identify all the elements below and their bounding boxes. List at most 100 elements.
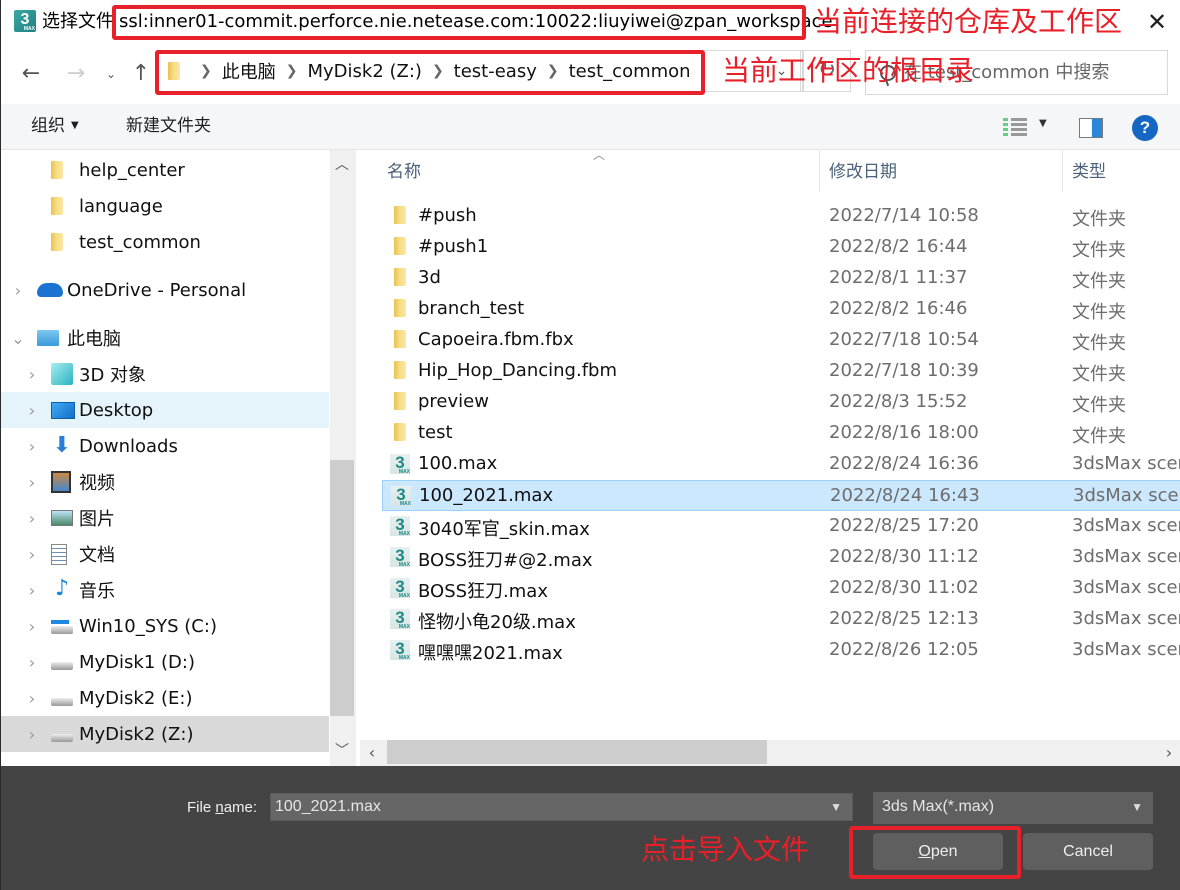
sidebar-item[interactable]: › MyDisk2 (Z:) (1, 716, 329, 752)
new-folder-button[interactable]: 新建文件夹 (126, 104, 211, 150)
horizontal-scroll-thumb[interactable] (387, 740, 767, 764)
sidebar-item[interactable]: › OneDrive - Personal (1, 272, 329, 308)
file-row[interactable]: preview 2022/8/3 15:52 文件夹 (382, 387, 1180, 418)
open-button[interactable]: Open (873, 833, 1003, 870)
chevron-right-icon[interactable]: › (25, 545, 39, 564)
file-row[interactable]: 3 MAX 嘿嘿嘿2021.max 2022/8/26 12:05 3dsMax sce… (382, 635, 1180, 666)
file-list-horizontal-scrollbar[interactable]: ‹ › (360, 740, 1180, 766)
sidebar-item[interactable]: ⌄ 此电脑 (1, 320, 329, 356)
sidebar-item[interactable]: help_center (1, 152, 329, 188)
organize-button[interactable]: 组织 ▼ (31, 104, 79, 150)
breadcrumb-this-pc[interactable]: 此电脑 (222, 58, 276, 84)
chevron-right-icon[interactable]: › (25, 437, 39, 456)
column-header-date[interactable]: 修改日期 (829, 150, 897, 196)
file-row[interactable]: 3 MAX 3040军官_skin.max 2022/8/25 17:20 3dsMax… (382, 511, 1180, 542)
breadcrumb-test-easy[interactable]: test-easy (454, 61, 537, 82)
close-button[interactable]: ✕ (1143, 8, 1171, 36)
file-row[interactable]: Capoeira.fbm.fbx 2022/7/18 10:54 文件夹 (382, 325, 1180, 356)
sidebar-item[interactable]: › Desktop (1, 392, 329, 428)
search-box[interactable] (865, 50, 1168, 95)
file-row[interactable]: 3 MAX BOSS狂刀#@2.max 2022/8/30 11:12 3dsMax s… (382, 542, 1180, 573)
chevron-right-icon[interactable]: › (25, 473, 39, 492)
preview-pane-icon[interactable] (1079, 118, 1103, 138)
file-row[interactable]: 3 MAX 100.max 2022/8/24 16:36 3dsMax scen (382, 449, 1180, 480)
column-header-name[interactable]: 名称 (387, 150, 421, 196)
chevron-right-icon[interactable]: › (25, 725, 39, 744)
file-row[interactable]: branch_test 2022/8/2 16:46 文件夹 (382, 294, 1180, 325)
file-date: 2022/8/2 16:44 (829, 236, 968, 257)
file-row[interactable]: 3 MAX 100_2021.max 2022/8/24 16:43 3dsMax sc… (382, 480, 1180, 511)
file-row[interactable]: test 2022/8/16 18:00 文件夹 (382, 418, 1180, 449)
file-type: 3dsMax scen (1072, 546, 1180, 567)
file-icon: 3 MAX (390, 640, 410, 661)
column-header-type[interactable]: 类型 (1072, 150, 1106, 196)
chevron-right-icon[interactable]: › (25, 617, 39, 636)
chevron-right-icon[interactable]: › (25, 581, 39, 600)
sidebar-item[interactable]: › 3D 对象 (1, 356, 329, 392)
sidebar-item[interactable]: › ⬇ Downloads (1, 428, 329, 464)
file-date: 2022/7/18 10:39 (829, 360, 979, 381)
up-button[interactable]: ↑ (127, 60, 155, 88)
back-button[interactable]: ← (17, 60, 45, 88)
sidebar-item[interactable]: › MyDisk2 (E:) (1, 680, 329, 716)
address-history-dropdown[interactable]: ⌄ (761, 50, 803, 92)
cancel-button[interactable]: Cancel (1023, 833, 1153, 870)
file-row[interactable]: #push1 2022/8/2 16:44 文件夹 (382, 232, 1180, 263)
sidebar-item[interactable]: › MyDisk1 (D:) (1, 644, 329, 680)
sidebar-item-label: Win10_SYS (C:) (79, 615, 217, 637)
breadcrumb-separator-icon[interactable]: ❯ (286, 63, 298, 79)
sidebar-item[interactable]: › 图片 (1, 500, 329, 536)
scroll-left-icon[interactable]: ‹ (360, 740, 384, 766)
forward-button[interactable]: → (62, 60, 90, 88)
sidebar-item[interactable]: language (1, 188, 329, 224)
3ds-max-file-icon: 3 MAX (390, 578, 410, 599)
chevron-right-icon[interactable]: › (25, 509, 39, 528)
column-divider[interactable] (1062, 150, 1063, 192)
breadcrumb-separator-icon[interactable]: ❯ (432, 63, 444, 79)
file-row[interactable]: 3d 2022/8/1 11:37 文件夹 (382, 263, 1180, 294)
sidebar-item[interactable]: › 视频 (1, 464, 329, 500)
breadcrumb-test-common[interactable]: test_common (569, 61, 691, 82)
recent-locations-button[interactable]: ⌄ (97, 60, 125, 88)
file-name-dropdown-icon[interactable]: ▼ (830, 794, 842, 820)
sidebar-scrollbar[interactable]: ︿ ﹀ (330, 150, 356, 766)
chevron-right-icon[interactable]: › (25, 653, 39, 672)
sidebar-item[interactable]: › 文档 (1, 536, 329, 572)
file-row[interactable]: 3 MAX 怪物小龟20级.max 2022/8/25 12:13 3dsMax sce… (382, 604, 1180, 635)
breadcrumb-separator-icon[interactable]: ❯ (200, 63, 212, 79)
refresh-button[interactable]: ↻ (803, 50, 851, 92)
address-bar[interactable]: ❯ 此电脑 ❯ MyDisk2 (Z:) ❯ test-easy ❯ test_… (157, 50, 801, 92)
chevron-right-icon[interactable]: › (25, 401, 39, 420)
scroll-down-icon[interactable]: ﹀ (330, 736, 354, 766)
column-divider[interactable] (819, 150, 820, 192)
file-type: 文件夹 (1072, 302, 1126, 323)
breadcrumb-separator-icon[interactable]: ❯ (547, 63, 559, 79)
file-name-input[interactable]: 100_2021.max ▼ (270, 793, 853, 821)
sidebar-item[interactable]: › Win10_SYS (C:) (1, 608, 329, 644)
view-options-icon[interactable] (1003, 116, 1027, 138)
caret-down-icon[interactable]: ▼ (1039, 118, 1047, 129)
scroll-up-icon[interactable]: ︿ (330, 150, 354, 180)
file-row[interactable]: Hip_Hop_Dancing.fbm 2022/7/18 10:39 文件夹 (382, 356, 1180, 387)
file-row[interactable]: #push 2022/7/14 10:58 文件夹 (382, 201, 1180, 232)
chevron-down-icon[interactable]: ⌄ (11, 329, 25, 348)
folder-icon (168, 62, 180, 80)
sidebar-item-label: Desktop (79, 399, 154, 421)
file-date: 2022/8/25 12:13 (829, 608, 979, 629)
caret-down-icon: ▼ (71, 120, 79, 131)
chevron-right-icon[interactable]: › (25, 689, 39, 708)
sidebar-item[interactable]: test_common (1, 224, 329, 260)
sidebar-item[interactable]: › ♪ 音乐 (1, 572, 329, 608)
chevron-right-icon[interactable]: › (11, 281, 25, 300)
file-row[interactable]: 3 MAX BOSS狂刀.max 2022/8/30 11:02 3dsMax scen (382, 573, 1180, 604)
command-bar: 组织 ▼ 新建文件夹 ▼ ? (1, 104, 1180, 150)
file-type-select[interactable]: 3ds Max(*.max) ▼ (873, 792, 1153, 824)
breadcrumb-drive[interactable]: MyDisk2 (Z:) (307, 61, 421, 82)
sidebar-item-label: 音乐 (79, 581, 115, 602)
scroll-right-icon[interactable]: › (1157, 740, 1180, 766)
sidebar-scroll-thumb[interactable] (330, 460, 354, 716)
help-icon[interactable]: ? (1132, 115, 1158, 141)
search-input[interactable] (904, 62, 1164, 83)
chevron-right-icon[interactable]: › (25, 365, 39, 384)
picture-icon (51, 510, 73, 526)
